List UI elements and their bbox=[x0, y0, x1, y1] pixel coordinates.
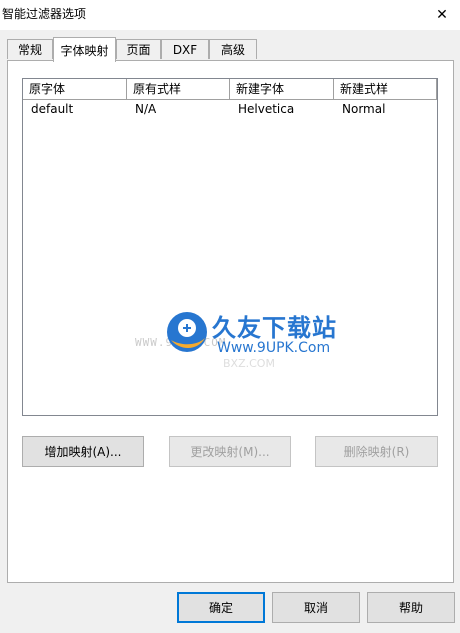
watermark-ghost-text: BXZ.COM bbox=[223, 357, 275, 370]
watermark: WWW.9UPK.COM 久友下载站 Www.9UPK.Com BXZ.COM bbox=[135, 304, 350, 370]
change-mapping-button[interactable]: 更改映射(M)... bbox=[169, 436, 291, 467]
add-mapping-label: 增加映射(A)... bbox=[44, 445, 122, 459]
watermark-cn-text: 久友下载站 bbox=[212, 314, 337, 342]
tab-page-label: 页面 bbox=[126, 43, 151, 57]
close-button[interactable]: ✕ bbox=[424, 0, 460, 30]
tab-advanced-label: 高级 bbox=[220, 43, 245, 57]
list-header: 原字体 原有式样 新建字体 新建式样 bbox=[23, 79, 437, 100]
change-mapping-label: 更改映射(M)... bbox=[190, 445, 270, 459]
font-mapping-panel: 原字体 原有式样 新建字体 新建式样 default N/A Helvetica… bbox=[7, 60, 454, 583]
column-header-new-font[interactable]: 新建字体 bbox=[230, 79, 334, 100]
tab-dxf[interactable]: DXF bbox=[161, 39, 209, 59]
ok-label: 确定 bbox=[208, 601, 233, 615]
add-mapping-button[interactable]: 增加映射(A)... bbox=[22, 436, 144, 467]
watermark-url: Www.9UPK.Com bbox=[217, 340, 331, 356]
cancel-label: 取消 bbox=[303, 601, 328, 615]
ok-button[interactable]: 确定 bbox=[177, 592, 265, 623]
delete-mapping-label: 删除映射(R) bbox=[343, 445, 410, 459]
help-label: 帮助 bbox=[398, 601, 423, 615]
window-title: 智能过滤器选项 bbox=[2, 7, 87, 21]
cell-new-font: Helvetica bbox=[238, 102, 295, 116]
list-item[interactable]: default N/A Helvetica Normal bbox=[23, 100, 437, 118]
column-header-new-style[interactable]: 新建式样 bbox=[334, 79, 437, 100]
tab-strip: 常规 字体映射 页面 DXF 高级 bbox=[0, 37, 460, 62]
close-icon: ✕ bbox=[436, 7, 448, 23]
tab-general-label: 常规 bbox=[17, 43, 42, 57]
cancel-button[interactable]: 取消 bbox=[272, 592, 360, 623]
column-header-original-font[interactable]: 原字体 bbox=[23, 79, 127, 100]
help-button[interactable]: 帮助 bbox=[367, 592, 455, 623]
column-header-original-style[interactable]: 原有式样 bbox=[127, 79, 230, 100]
title-bar: 智能过滤器选项 ✕ bbox=[0, 0, 460, 30]
tab-font-mapping-label: 字体映射 bbox=[60, 43, 109, 58]
tab-font-mapping[interactable]: 字体映射 bbox=[53, 37, 116, 62]
watermark-logo-icon bbox=[167, 312, 207, 352]
tab-dxf-label: DXF bbox=[172, 42, 198, 57]
font-mapping-list[interactable]: 原字体 原有式样 新建字体 新建式样 default N/A Helvetica… bbox=[22, 78, 438, 416]
delete-mapping-button[interactable]: 删除映射(R) bbox=[315, 436, 438, 467]
cell-original-font: default bbox=[31, 102, 74, 116]
cell-new-style: Normal bbox=[342, 102, 386, 116]
tab-advanced[interactable]: 高级 bbox=[209, 39, 257, 59]
cell-original-style: N/A bbox=[135, 102, 157, 116]
tab-general[interactable]: 常规 bbox=[7, 39, 53, 59]
tab-page[interactable]: 页面 bbox=[116, 39, 161, 59]
